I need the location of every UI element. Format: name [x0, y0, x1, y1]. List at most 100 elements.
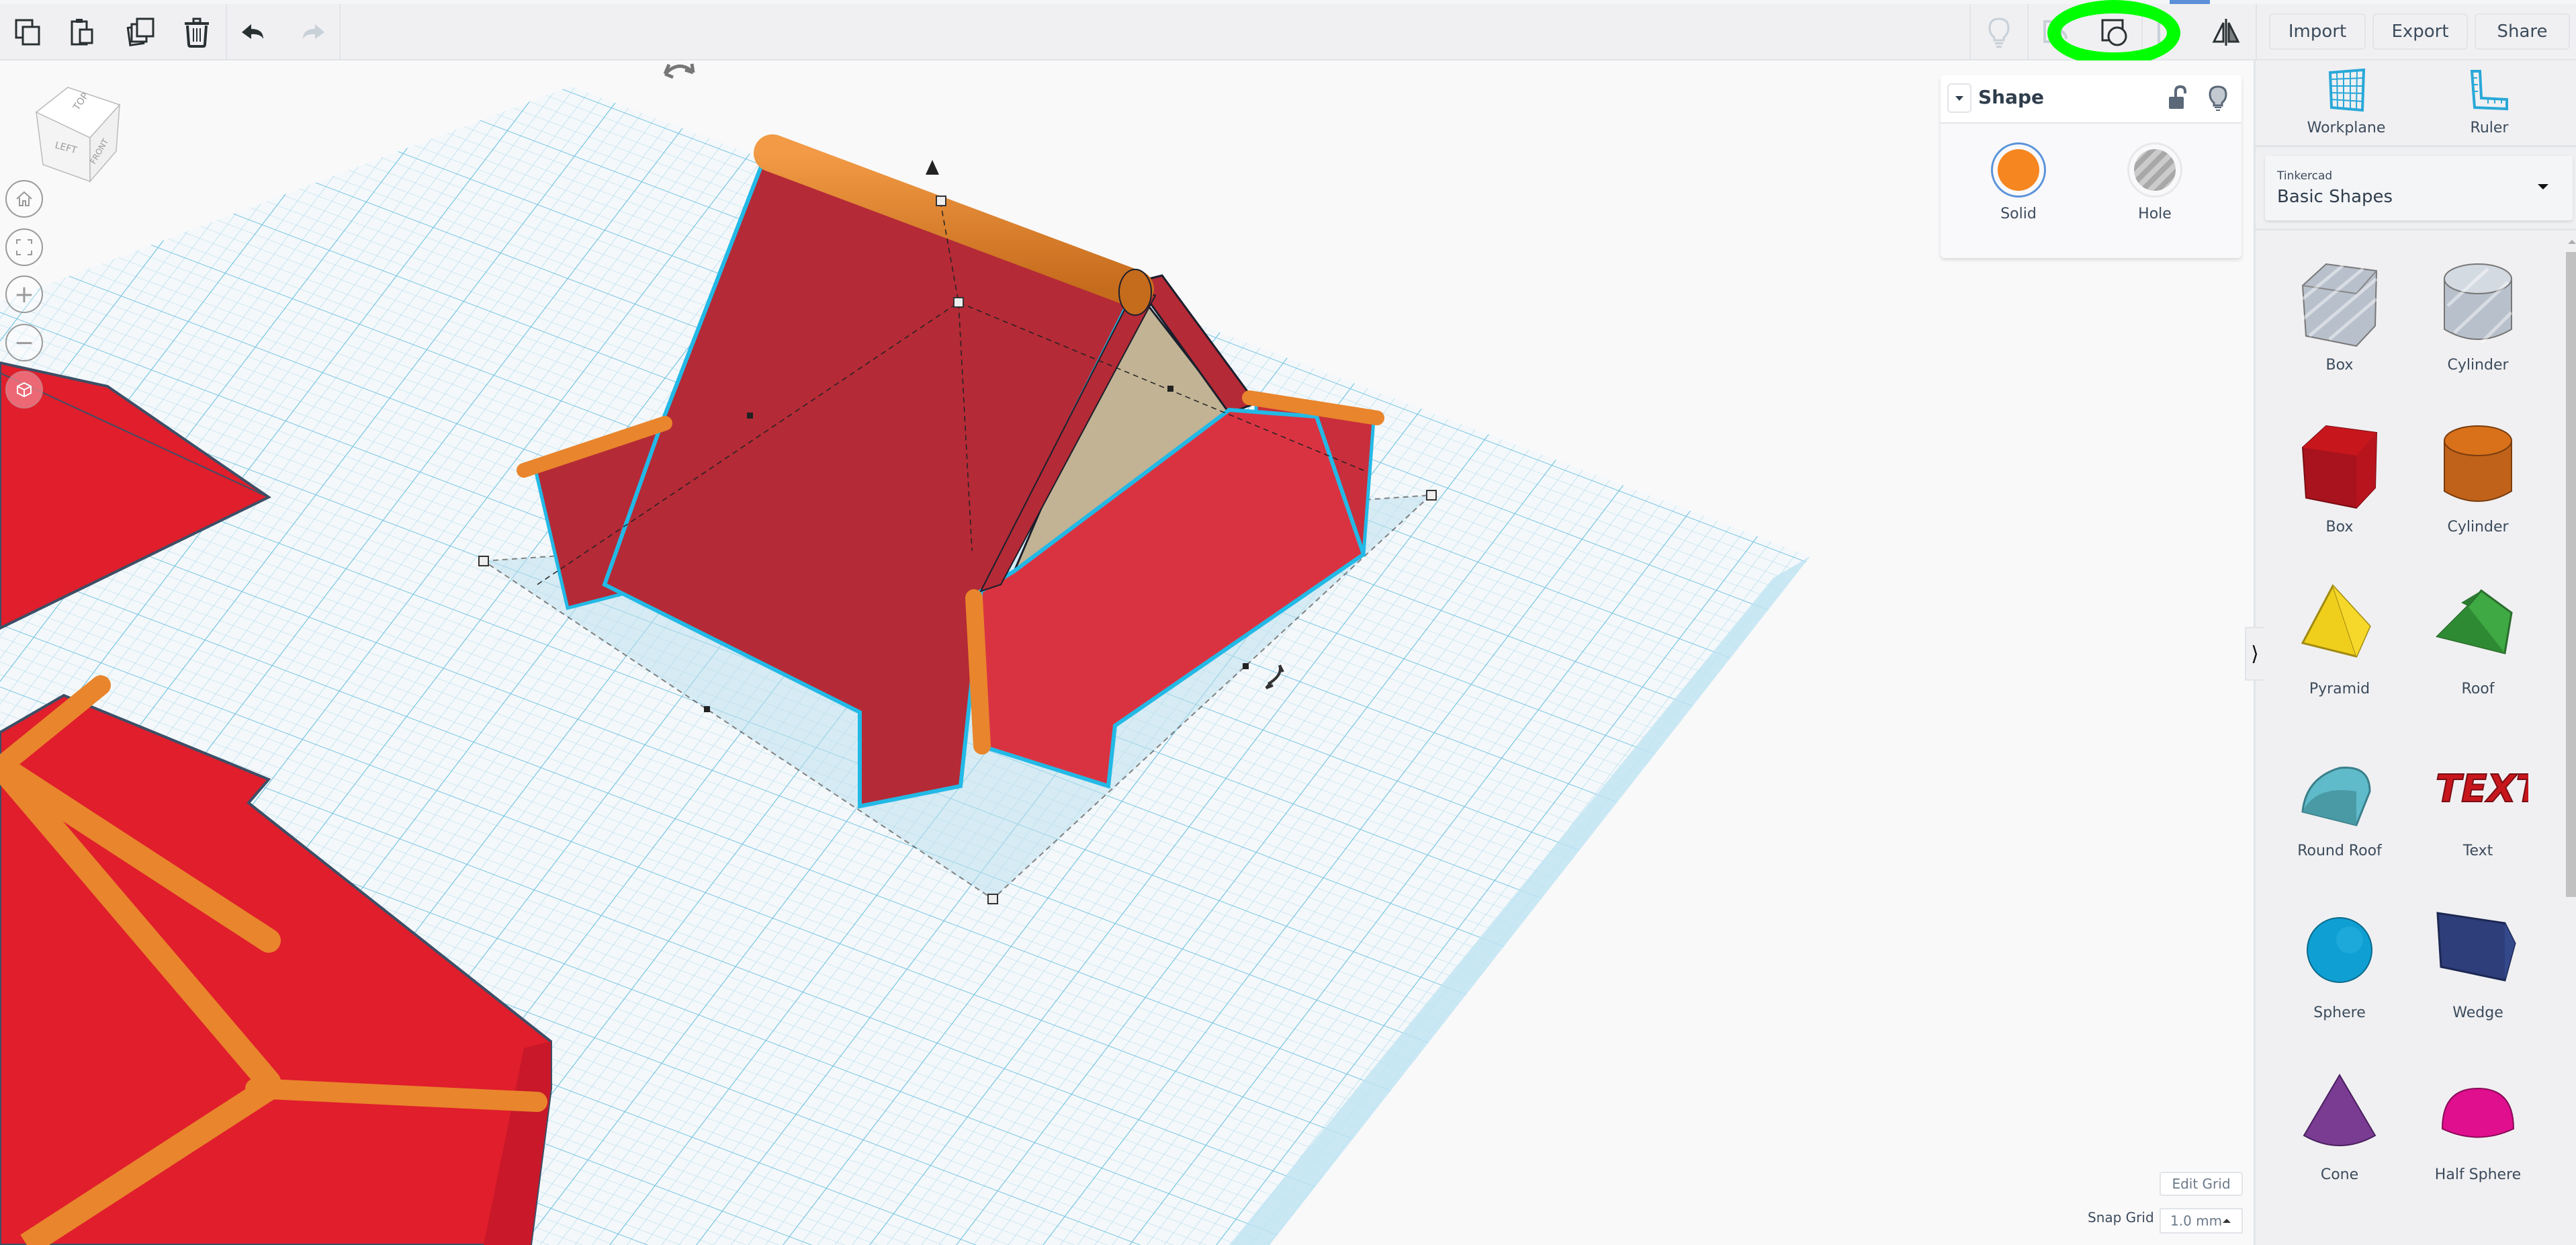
scroll-up-arrow[interactable]: [2568, 240, 2576, 244]
duplicate-button[interactable]: [122, 13, 160, 51]
shape-item-label: Box: [2325, 519, 2354, 535]
edge-handle: [747, 413, 753, 419]
workplane-tool[interactable]: Workplane: [2293, 68, 2400, 136]
shape-item-round-roof[interactable]: Round Roof: [2272, 718, 2407, 879]
shape-item-cylinder[interactable]: Cylinder: [2411, 394, 2545, 555]
toolbar-divider: [1969, 4, 1971, 59]
3d-viewport[interactable]: TOP LEFT FRONT + −: [0, 60, 2254, 1245]
fit-icon: [16, 239, 32, 255]
redo-icon: [303, 24, 324, 39]
home-view-button[interactable]: [5, 180, 43, 218]
mirror-button[interactable]: [2207, 13, 2245, 51]
toolbar: Import Export Share: [0, 4, 2576, 60]
ruler-tool[interactable]: Ruler: [2436, 69, 2543, 136]
shape-library-grid: Box Cylinder Box Cylinder Pyramid Roof R…: [2256, 232, 2565, 1245]
group-button[interactable]: [2037, 13, 2074, 51]
toolbar-divider: [2256, 4, 2257, 59]
copy-icon: [15, 19, 40, 46]
chevron-right-icon: ⟩: [2251, 642, 2259, 666]
paste-icon: [71, 19, 93, 46]
shape-item-sphere[interactable]: Sphere: [2272, 879, 2407, 1041]
box-icon: [2301, 425, 2378, 509]
zoom-in-button[interactable]: +: [5, 275, 43, 313]
duplicate-icon: [126, 17, 154, 46]
plus-icon: +: [13, 280, 35, 308]
caret-up-icon: [2223, 1219, 2231, 1223]
shape-item-label: Cylinder: [2447, 519, 2509, 535]
paste-button[interactable]: [64, 13, 101, 51]
delete-button[interactable]: [178, 13, 216, 51]
shape-item-label: Half Sphere: [2434, 1166, 2522, 1183]
lightbulb-icon: [2209, 85, 2227, 111]
visibility-button[interactable]: [2208, 85, 2228, 114]
align-icon: [2158, 20, 2170, 44]
shape-item-wedge[interactable]: Wedge: [2411, 879, 2545, 1041]
share-button[interactable]: Share: [2475, 13, 2570, 50]
ungroup-icon: [2101, 19, 2127, 46]
shape-item-pyramid[interactable]: Pyramid: [2272, 556, 2407, 717]
workplane-icon: [2328, 68, 2366, 112]
redo-button[interactable]: [292, 13, 330, 51]
shape-item-text[interactable]: TEXT Text: [2411, 718, 2545, 879]
sphere-icon: [2307, 917, 2372, 983]
svg-text:TEXT: TEXT: [2436, 767, 2528, 811]
show-all-button[interactable]: [1980, 13, 2018, 51]
shape-item-roof[interactable]: Roof: [2411, 556, 2545, 717]
toolbar-divider: [226, 4, 227, 59]
hole-swatch[interactable]: [2127, 142, 2182, 198]
text-icon: TEXT: [2435, 767, 2528, 812]
copy-button[interactable]: [9, 13, 47, 51]
lightbulb-icon: [1988, 17, 2010, 48]
cone-icon: [2303, 1074, 2377, 1146]
shape-item-label: Text: [2462, 843, 2493, 859]
toolbar-divider: [2141, 4, 2143, 59]
toolbar-divider: [2027, 4, 2029, 59]
undo-button[interactable]: [236, 13, 274, 51]
box-hole-icon: [2301, 263, 2378, 347]
inspector-header: Shape: [1941, 75, 2241, 124]
panel-divider: [2256, 145, 2576, 147]
fit-view-button[interactable]: [5, 228, 43, 266]
inspector-collapse-button[interactable]: [1947, 83, 1971, 113]
scrollbar-thumb[interactable]: [2566, 252, 2576, 897]
align-button[interactable]: [2149, 13, 2187, 51]
edge-handle: [1167, 386, 1173, 392]
shape-library-dropdown[interactable]: Tinkercad Basic Shapes: [2265, 156, 2573, 220]
view-cube[interactable]: TOP LEFT FRONT: [24, 84, 125, 185]
solid-option[interactable]: Solid: [1988, 142, 2049, 222]
shape-item-box[interactable]: Box: [2272, 394, 2407, 555]
hole-option[interactable]: Hole: [2125, 142, 2185, 222]
panel-collapse-toggle[interactable]: ⟩: [2245, 627, 2264, 681]
snap-grid-select[interactable]: 1.0 mm: [2160, 1208, 2243, 1234]
snap-grid-label: Snap Grid: [2088, 1209, 2154, 1226]
perspective-toggle-button[interactable]: [5, 371, 43, 409]
perspective-cube-icon: [17, 382, 32, 398]
solid-color-swatch[interactable]: [1991, 142, 2046, 198]
shape-item-label: Cone: [2320, 1166, 2359, 1183]
library-selected-value: Basic Shapes: [2277, 187, 2393, 207]
export-button[interactable]: Export: [2372, 13, 2468, 50]
minus-icon: −: [13, 329, 35, 357]
pyramid-icon: [2301, 584, 2371, 658]
rotate-top-handle: [663, 63, 695, 79]
cylinder-icon: [2444, 425, 2512, 502]
caret-down-icon: [2538, 184, 2548, 189]
shape-item-cylinder-hole[interactable]: Cylinder: [2411, 232, 2545, 393]
ungroup-button[interactable]: [2096, 13, 2133, 51]
scene-render: [0, 63, 1810, 1245]
roof-icon: [2436, 589, 2513, 654]
edit-grid-button[interactable]: Edit Grid: [2160, 1172, 2243, 1196]
height-handle: [936, 196, 946, 206]
panel-divider: [2256, 228, 2576, 230]
hole-label: Hole: [2138, 206, 2172, 222]
zoom-out-button[interactable]: −: [5, 324, 43, 361]
shape-item-half-sphere[interactable]: Half Sphere: [2411, 1041, 2545, 1203]
import-button[interactable]: Import: [2269, 13, 2366, 50]
caret-down-icon: [1955, 96, 1963, 101]
shape-list-scrollbar[interactable]: [2566, 232, 2576, 1245]
lock-button[interactable]: [2168, 85, 2188, 114]
cylinder-hole-icon: [2444, 263, 2513, 344]
shape-item-box-hole[interactable]: Box: [2272, 232, 2407, 393]
shape-item-cone[interactable]: Cone: [2272, 1041, 2407, 1203]
shape-item-label: Cylinder: [2447, 357, 2509, 374]
